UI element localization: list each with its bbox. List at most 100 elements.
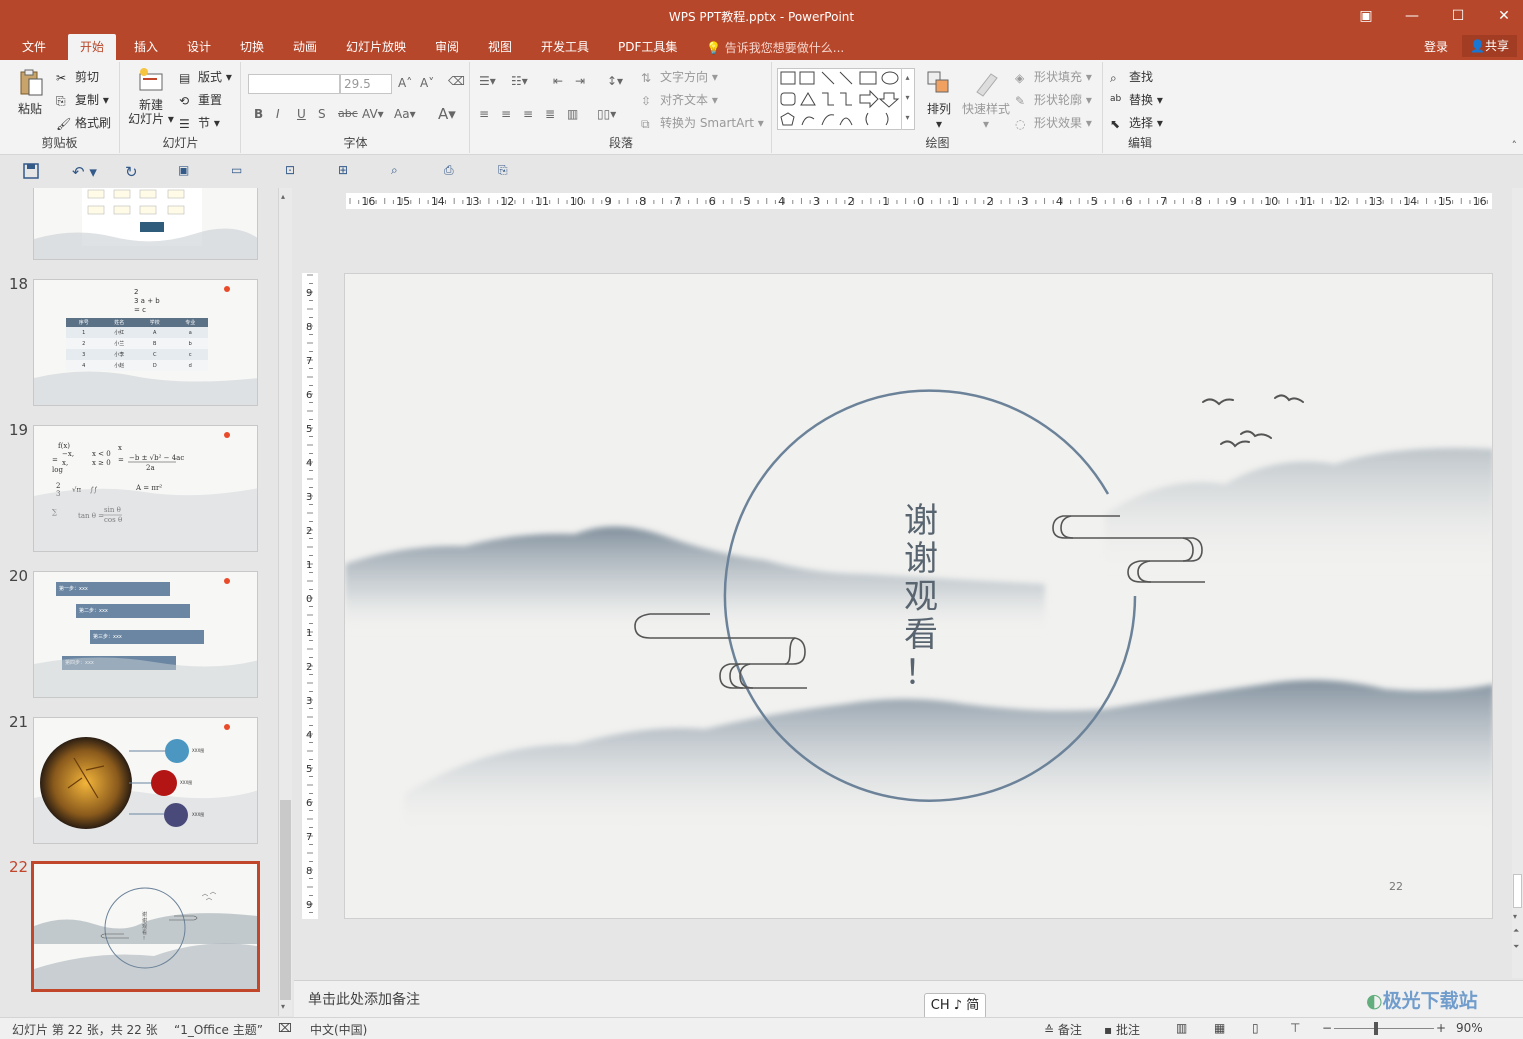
cut-button[interactable]: ✂ 剪切 [56, 68, 99, 85]
shapes-gallery[interactable] [777, 68, 915, 130]
tab-transitions[interactable]: 切换 [228, 34, 276, 60]
tab-home[interactable]: 开始 [68, 34, 117, 60]
select-button[interactable]: ⬉ 选择 ▾ [1110, 114, 1163, 131]
next-slide-icon[interactable]: ⏷ [1513, 942, 1519, 951]
tell-me-box[interactable]: 💡 告诉我您想要做什么... [706, 39, 844, 56]
login-link[interactable]: 登录 [1424, 38, 1448, 55]
bullets-icon[interactable]: ☰▾ [479, 74, 496, 88]
align-center-icon[interactable]: ≡ [501, 107, 511, 121]
font-name-field[interactable] [248, 74, 340, 94]
quick-styles-button[interactable]: 快速样式 ▾ [959, 68, 1013, 131]
slide-sorter-icon[interactable]: ▦ [1214, 1021, 1225, 1035]
arrange-button[interactable]: 排列 ▾ [921, 68, 957, 131]
close-icon[interactable]: ✕ [1481, 4, 1523, 28]
tab-developer[interactable]: 开发工具 [529, 34, 601, 60]
thumbnail-slide-21[interactable]: XXX图 XXX图 XXX图 [33, 717, 258, 844]
char-spacing-icon[interactable]: AV▾ [362, 107, 384, 121]
grow-font-icon[interactable]: A˄ [398, 76, 412, 90]
undo-icon[interactable]: ↶ ▾ [72, 163, 102, 181]
preview-icon[interactable]: ⌕ [391, 163, 409, 179]
redo-icon[interactable]: ↻ [125, 163, 143, 181]
projector-icon[interactable]: ⊞ [338, 163, 356, 179]
editor-scrollbar[interactable]: ▾ ⏶ ⏷ [1512, 188, 1523, 978]
tab-slideshow[interactable]: 幻灯片放映 [334, 34, 418, 60]
slide-canvas[interactable]: 谢 谢 观 看 ！ 22 [344, 273, 1493, 919]
copy-button[interactable]: ⎘ 复制 ▾ [56, 91, 109, 108]
font-color-icon[interactable]: A▾ [438, 105, 456, 123]
scroll-up-icon[interactable]: ▴ [281, 192, 285, 201]
thumbnail-slide-18[interactable]: 23 a + b = c 序号 姓名 学校 专业 1 小红 Aa 2 小兰 Bb 3 小李 Cc 4… [33, 279, 258, 406]
thumbnail-slide-17[interactable] [33, 188, 258, 260]
collapse-ribbon-icon[interactable]: ˄ [1512, 139, 1518, 152]
shape-effects-button[interactable]: ◌ 形状效果 ▾ [1015, 114, 1092, 131]
align-text-button[interactable]: ⇳ 对齐文本 ▾ [641, 91, 718, 108]
notes-pane[interactable]: 单击此处添加备注 [294, 980, 1523, 1017]
text-direction-button[interactable]: ⇅ 文字方向 ▾ [641, 68, 718, 85]
textbox-icon[interactable]: ▭ [231, 163, 249, 179]
slide-title[interactable]: 谢 谢 观 看 ！ [901, 502, 941, 692]
normal-view-icon[interactable]: ▥ [1176, 1021, 1187, 1035]
thumbnail-slide-22[interactable]: 谢谢观看! [31, 861, 260, 992]
zoom-in-icon[interactable]: + [1436, 1021, 1446, 1035]
numbering-icon[interactable]: ☷▾ [511, 74, 528, 88]
shadow-icon[interactable]: S [318, 107, 326, 121]
minimize-icon[interactable]: — [1389, 4, 1435, 28]
underline-icon[interactable]: U [297, 107, 306, 121]
comments-toggle[interactable]: ▪ 批注 [1104, 1021, 1140, 1038]
tab-review[interactable]: 审阅 [423, 34, 471, 60]
notes-toggle[interactable]: ≙ 备注 [1044, 1021, 1082, 1038]
shape-outline-button[interactable]: ✎ 形状轮廓 ▾ [1015, 91, 1092, 108]
from-beginning-icon[interactable]: ▣ [178, 163, 196, 179]
ime-indicator[interactable]: CH ♪ 简 [924, 993, 986, 1019]
scroll-down-icon[interactable]: ▾ [281, 1002, 285, 1011]
bold-icon[interactable]: B [254, 107, 263, 121]
strikethrough-icon[interactable]: abc [338, 107, 358, 120]
print-icon[interactable]: ⎙ [444, 163, 462, 179]
paste-button[interactable]: 粘贴 [12, 68, 48, 117]
zoom-slider[interactable] [1334, 1028, 1434, 1029]
clear-format-icon[interactable]: ⌫ [448, 74, 465, 88]
distribute-icon[interactable]: ▥ [567, 107, 578, 121]
tab-design[interactable]: 设计 [175, 34, 223, 60]
thumbnail-slide-19[interactable]: f(x) = −x, x, log x < 0x ≥ 0 x = −b ± √b² − 4a… [33, 425, 258, 552]
maximize-icon[interactable]: ☐ [1435, 4, 1481, 28]
shapes-scroll[interactable]: ▴ ▾ ▾ [901, 68, 913, 130]
smartart-button[interactable]: ⧉ 转换为 SmartArt ▾ [641, 114, 764, 131]
layout-button[interactable]: ▤ 版式 ▾ [179, 68, 232, 85]
tab-animations[interactable]: 动画 [281, 34, 329, 60]
reset-button[interactable]: ⟲ 重置 [179, 91, 222, 108]
tab-view[interactable]: 视图 [476, 34, 524, 60]
editor-scroll-thumb[interactable] [1513, 874, 1522, 908]
decrease-indent-icon[interactable]: ⇤ [553, 74, 563, 88]
new-slide-button[interactable]: 新建 幻灯片 ▾ [127, 66, 175, 126]
format-painter-button[interactable]: 🖌 格式刷 [56, 114, 111, 131]
shrink-font-icon[interactable]: A˅ [420, 76, 434, 90]
zoom-level[interactable]: 90% [1456, 1021, 1483, 1035]
zoom-out-icon[interactable]: − [1322, 1021, 1332, 1035]
font-size-field[interactable]: 29.5 [340, 74, 392, 94]
share-button[interactable]: 👤共享 [1462, 35, 1517, 57]
shape-fill-button[interactable]: ◈ 形状填充 ▾ [1015, 68, 1092, 85]
line-spacing-icon[interactable]: ↕▾ [607, 74, 623, 88]
replace-button[interactable]: ab 替换 ▾ [1110, 91, 1163, 108]
language[interactable]: 中文(中国) [310, 1021, 367, 1038]
increase-indent-icon[interactable]: ⇥ [575, 74, 585, 88]
tab-insert[interactable]: 插入 [122, 34, 170, 60]
thumbnails-scrollbar[interactable]: ▴ ▾ [278, 188, 292, 1016]
thumbnail-slide-20[interactable]: 第一步：xxx 第二步：xxx 第三步：xxx 第四步：xxx [33, 571, 258, 698]
change-case-icon[interactable]: Aa▾ [394, 107, 416, 121]
previous-slide-icon[interactable]: ⏶ [1513, 926, 1519, 935]
reading-view-icon[interactable]: ▯ [1252, 1021, 1259, 1035]
justify-icon[interactable]: ≣ [545, 107, 555, 121]
scroll-down-icon[interactable]: ▾ [1513, 912, 1517, 921]
ribbon-display-icon[interactable]: ▣ [1343, 4, 1389, 28]
find-button[interactable]: ⌕ 查找 [1110, 68, 1153, 85]
export-icon[interactable]: ⎘ [498, 163, 516, 179]
section-button[interactable]: ☰ 节 ▾ [179, 114, 220, 131]
spelling-icon[interactable]: ⌧ [278, 1021, 292, 1035]
align-right-icon[interactable]: ≡ [523, 107, 533, 121]
columns-icon[interactable]: ▯▯▾ [597, 107, 616, 121]
slideshow-view-icon[interactable]: ⊤ [1290, 1021, 1300, 1035]
thumbnails-scroll-thumb[interactable] [280, 800, 291, 1000]
align-left-icon[interactable]: ≡ [479, 107, 489, 121]
